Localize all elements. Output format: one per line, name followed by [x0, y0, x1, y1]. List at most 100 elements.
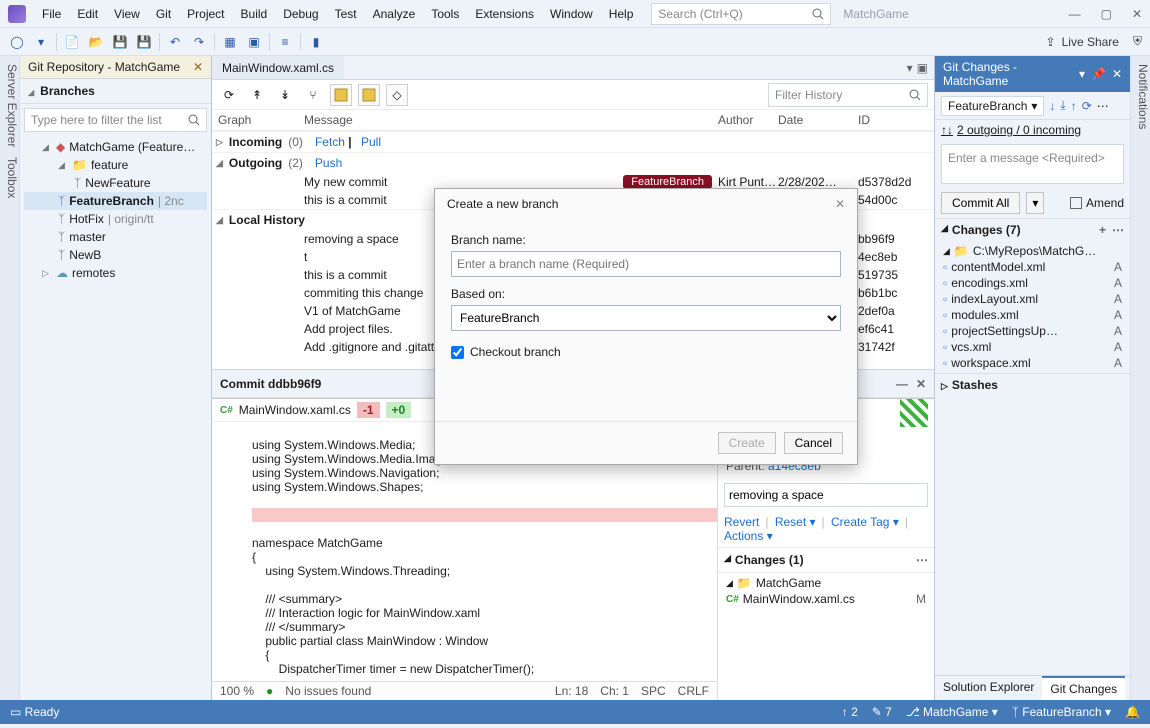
redo-icon[interactable]: ↷	[190, 33, 208, 51]
merge-icon[interactable]: ⑂	[302, 84, 324, 106]
view1-icon[interactable]	[330, 84, 352, 106]
tab-dropdown-icon[interactable]: ▾	[907, 61, 913, 75]
checkout-checkbox[interactable]	[451, 346, 464, 359]
live-share[interactable]: ⇪ Live Share ⛨	[1046, 34, 1142, 49]
minimize-icon[interactable]: —	[896, 377, 908, 391]
undo-icon[interactable]: ↶	[166, 33, 184, 51]
menu-extensions[interactable]: Extensions	[469, 3, 540, 25]
history-filter[interactable]: Filter History	[768, 83, 928, 107]
remotes-node[interactable]: ▷☁remotes	[24, 264, 207, 282]
revert-link[interactable]: Revert	[724, 515, 759, 529]
notifications-tab[interactable]: Notifications	[1131, 64, 1150, 129]
close-icon[interactable]: ✕	[1132, 7, 1142, 21]
changes-count[interactable]: ✎ 7	[872, 705, 892, 719]
menu-analyze[interactable]: Analyze	[367, 3, 422, 25]
branch-master[interactable]: ᛉmaster	[24, 228, 207, 246]
forward-icon[interactable]: ▾	[32, 33, 50, 51]
push-link[interactable]: Push	[315, 156, 342, 170]
changed-file[interactable]: ▫encodings.xmlA	[939, 275, 1126, 291]
menu-test[interactable]: Test	[329, 3, 363, 25]
menu-edit[interactable]: Edit	[71, 3, 104, 25]
menu-git[interactable]: Git	[150, 3, 177, 25]
menu-help[interactable]: Help	[603, 3, 640, 25]
branch-filter[interactable]: Type here to filter the list	[24, 108, 207, 132]
commit-all-button[interactable]: Commit All	[941, 192, 1020, 214]
changed-file[interactable]: ▫indexLayout.xmlA	[939, 291, 1126, 307]
new-icon[interactable]: 📄	[63, 33, 81, 51]
branches-header[interactable]: Branches	[20, 79, 211, 104]
changed-file[interactable]: C#MainWindow.xaml.csM	[722, 591, 930, 607]
close-icon[interactable]: ✕	[835, 197, 845, 211]
indent-icon[interactable]: ≡	[276, 33, 294, 51]
commit-message-input[interactable]	[724, 483, 928, 507]
pin-icon[interactable]: 📌	[1091, 67, 1106, 81]
feature-folder[interactable]: ◢📁feature	[24, 156, 207, 174]
outgoing-section[interactable]: ◢Outgoing(2)Push	[212, 152, 934, 173]
sync-status[interactable]: ↑↓2 outgoing / 0 incoming	[935, 120, 1130, 140]
menu-build[interactable]: Build	[235, 3, 274, 25]
repo-root[interactable]: ◢◆MatchGame (Feature…	[24, 138, 207, 156]
more-icon[interactable]: ⋯	[1097, 99, 1109, 113]
branch-selector[interactable]: FeatureBranch▾	[941, 96, 1044, 116]
menu-project[interactable]: Project	[181, 3, 230, 25]
changed-file[interactable]: ▫vcs.xmlA	[939, 339, 1126, 355]
server-explorer-tab[interactable]: Server Explorer	[0, 64, 19, 147]
actions-link[interactable]: Actions ▾	[724, 529, 773, 543]
toolbox-tab[interactable]: Toolbox	[0, 157, 19, 198]
repo-indicator[interactable]: ⎇ MatchGame ▾	[906, 705, 998, 719]
commit-split-button[interactable]: ▾	[1026, 192, 1044, 214]
branch-featurebranch[interactable]: ᛉFeatureBranch | 2nc	[24, 192, 207, 210]
cancel-button[interactable]: Cancel	[784, 432, 843, 454]
tool2-icon[interactable]: ▣	[245, 33, 263, 51]
commit-message[interactable]: Enter a message <Required>	[941, 144, 1124, 184]
based-on-select[interactable]: FeatureBranch	[451, 305, 841, 331]
git-changes-bottom-tab[interactable]: Git Changes	[1042, 676, 1125, 700]
reset-link[interactable]: Reset ▾	[775, 515, 816, 529]
incoming-section[interactable]: ▷Incoming(0)Fetch | Pull	[212, 131, 934, 152]
branch-name-input[interactable]	[451, 251, 841, 277]
menu-tools[interactable]: Tools	[425, 3, 465, 25]
changed-file[interactable]: ▫projectSettingsUp…A	[939, 323, 1126, 339]
menu-window[interactable]: Window	[544, 3, 599, 25]
menu-debug[interactable]: Debug	[277, 3, 324, 25]
maximize-icon[interactable]: ▣	[917, 61, 928, 75]
quick-search[interactable]: Search (Ctrl+Q)	[651, 3, 831, 25]
open-icon[interactable]: 📂	[87, 33, 105, 51]
solution-explorer-tab[interactable]: Solution Explorer	[935, 676, 1042, 700]
notification-icon[interactable]: 🔔	[1125, 705, 1140, 719]
view2-icon[interactable]	[358, 84, 380, 106]
push-icon[interactable]: ↑	[1071, 99, 1077, 113]
pull-icon[interactable]: ↡	[274, 84, 296, 106]
branch-newfeature[interactable]: ᛉNewFeature	[24, 174, 207, 192]
fetch-icon[interactable]: ↓	[1049, 99, 1055, 113]
refresh-icon[interactable]: ⟳	[218, 84, 240, 106]
sync-icon[interactable]: ⟳	[1082, 99, 1092, 113]
create-tag-link[interactable]: Create Tag ▾	[831, 515, 899, 529]
more-icon[interactable]: ⋯	[1112, 223, 1124, 237]
fetch-link[interactable]: Fetch	[315, 135, 345, 149]
create-button[interactable]: Create	[718, 432, 776, 454]
push-icon[interactable]: ↟	[246, 84, 268, 106]
project-node[interactable]: ◢📁MatchGame	[722, 575, 930, 591]
bookmark-icon[interactable]: ▮	[307, 33, 325, 51]
changed-file[interactable]: ▫workspace.xmlA	[939, 355, 1126, 371]
close-icon[interactable]: ✕	[193, 60, 203, 74]
close-icon[interactable]: ✕	[1112, 67, 1122, 81]
changed-file[interactable]: ▫contentModel.xmlA	[939, 259, 1126, 275]
tool-icon[interactable]: ▦	[221, 33, 239, 51]
more-icon[interactable]: ⋯	[916, 553, 928, 567]
back-icon[interactable]: ◯	[8, 33, 26, 51]
close-icon[interactable]: ✕	[916, 377, 926, 391]
dropdown-icon[interactable]: ▾	[1079, 67, 1085, 81]
root-folder[interactable]: ◢📁C:\MyRepos\MatchG…	[939, 243, 1126, 259]
branch-hotfix[interactable]: ᛉHotFix | origin/tt	[24, 210, 207, 228]
outgoing-count[interactable]: ↑ 2	[842, 705, 858, 719]
amend-checkbox[interactable]	[1070, 197, 1082, 209]
changed-file[interactable]: ▫modules.xmlA	[939, 307, 1126, 323]
minimize-icon[interactable]: —	[1069, 7, 1081, 21]
pull-link[interactable]: Pull	[361, 135, 381, 149]
save-icon[interactable]: 💾	[111, 33, 129, 51]
view3-icon[interactable]: ◇	[386, 84, 408, 106]
pull-icon[interactable]: ⤓	[1060, 98, 1065, 113]
maximize-icon[interactable]: ▢	[1101, 7, 1112, 21]
